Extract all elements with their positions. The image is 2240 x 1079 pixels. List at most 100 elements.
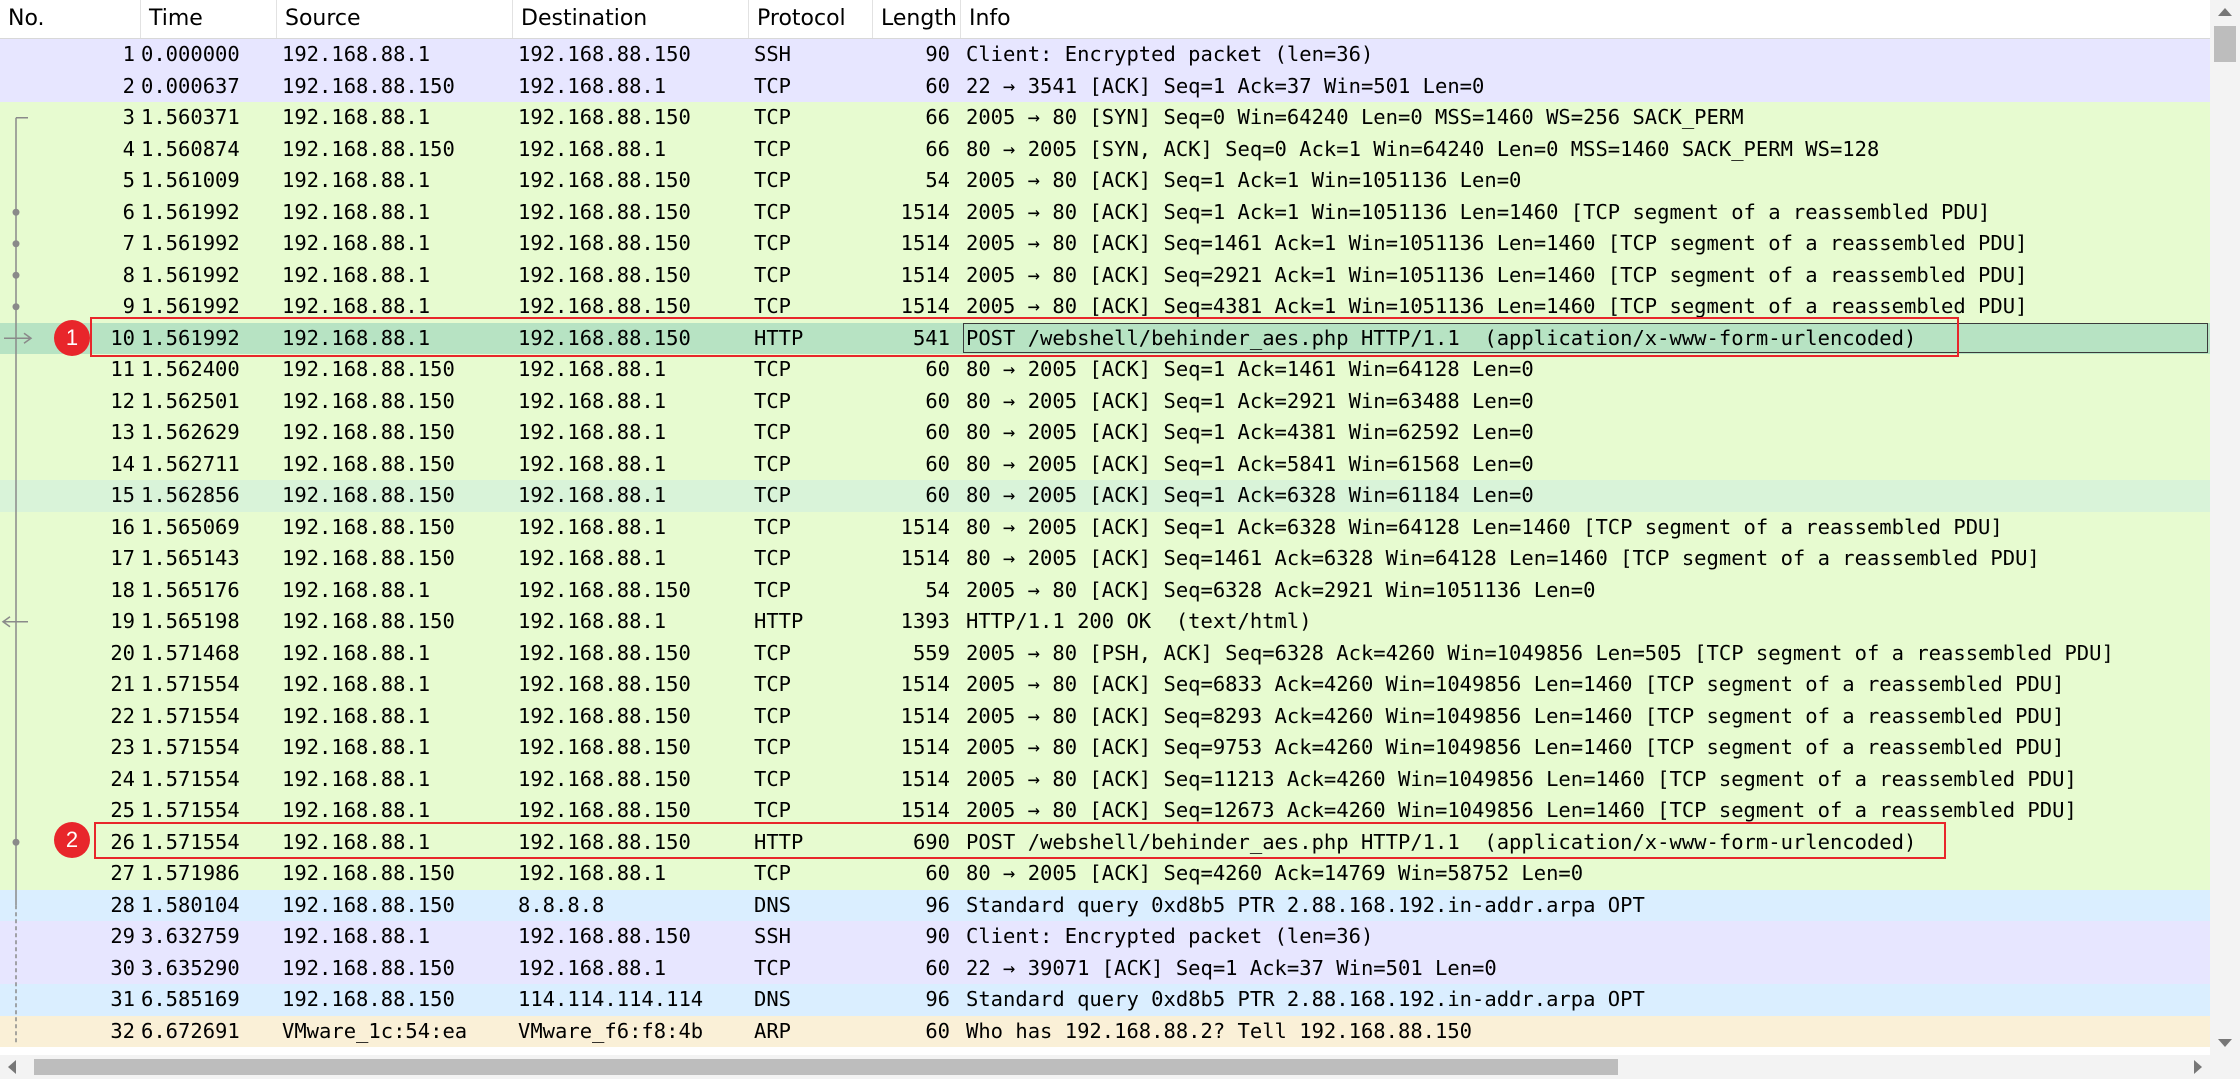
- packet-length: 54: [925, 168, 950, 192]
- packet-destination: 192.168.88.150: [518, 735, 691, 759]
- packet-info: Standard query 0xd8b5 PTR 2.88.168.192.i…: [966, 987, 1645, 1011]
- packet-list-header: No. Time Source Destination Protocol Len…: [0, 0, 2210, 39]
- packet-length: 54: [925, 577, 950, 602]
- packet-length: 690: [912, 829, 950, 854]
- packet-row[interactable]: 30 3.635290 192.168.88.150 192.168.88.1 TCP 6…: [0, 952, 2210, 984]
- packet-destination: 192.168.88.150: [518, 703, 691, 728]
- packet-info: POST /webshell/behinder_aes.php HTTP/1.1…: [966, 829, 1917, 854]
- packet-no: 31: [110, 987, 135, 1011]
- packet-destination: 192.168.88.150: [518, 829, 691, 854]
- packet-no: 9: [122, 294, 135, 318]
- packet-source: 192.168.88.1: [282, 42, 431, 66]
- packet-destination: 114.114.114.114: [518, 987, 704, 1011]
- packet-row[interactable]: 13 1.562629 192.168.88.150 192.168.88.1 TCP 6…: [0, 417, 2210, 449]
- packet-source: 192.168.88.1: [282, 262, 431, 287]
- column-header-source[interactable]: Source: [277, 0, 513, 38]
- packet-protocol: TCP: [754, 546, 792, 570]
- column-header-time[interactable]: Time: [141, 0, 277, 38]
- packet-no: 14: [110, 451, 135, 476]
- packet-destination: 192.168.88.1: [518, 514, 667, 539]
- scroll-down-arrow-icon[interactable]: [2218, 1039, 2232, 1047]
- scroll-left-arrow-icon[interactable]: [8, 1060, 16, 1074]
- packet-row[interactable]: 21 1.571554 192.168.88.1 192.168.88.150 TCP 1…: [0, 669, 2210, 701]
- packet-no: 12: [110, 388, 135, 413]
- packet-row[interactable]: 17 1.565143 192.168.88.150 192.168.88.1 TCP 1…: [0, 543, 2210, 575]
- packet-time: 1.571986: [141, 861, 240, 885]
- scroll-up-arrow-icon[interactable]: [2218, 8, 2232, 16]
- packet-row[interactable]: 31 6.585169 192.168.88.150 114.114.114.114 D…: [0, 984, 2210, 1016]
- packet-length: 60: [925, 451, 950, 476]
- packet-row-selected[interactable]: 10 1.561992 192.168.88.1 192.168.88.150 HTTP…: [0, 322, 2210, 354]
- horizontal-scroll-thumb[interactable]: [34, 1059, 1618, 1075]
- scroll-right-arrow-icon[interactable]: [2194, 1060, 2202, 1074]
- packet-destination: 192.168.88.150: [518, 798, 691, 822]
- packet-row[interactable]: 7 1.561992 192.168.88.1 192.168.88.150 TCP 15…: [0, 228, 2210, 260]
- packet-row[interactable]: 23 1.571554 192.168.88.1 192.168.88.150 TCP 1…: [0, 732, 2210, 764]
- packet-row[interactable]: 1 0.000000 192.168.88.1 192.168.88.150 SSH 90…: [0, 39, 2210, 71]
- packet-row[interactable]: 5 1.561009 192.168.88.1 192.168.88.150 TCP 54…: [0, 165, 2210, 197]
- packet-length: 60: [925, 388, 950, 413]
- packet-destination: 192.168.88.150: [518, 231, 691, 255]
- packet-row[interactable]: 3 1.560371 192.168.88.1 192.168.88.150 TCP 66…: [0, 102, 2210, 134]
- packet-protocol: TCP: [754, 640, 792, 665]
- vertical-scrollbar[interactable]: [2210, 0, 2240, 1055]
- packet-destination: 192.168.88.150: [518, 42, 691, 66]
- packet-row[interactable]: 12 1.562501 192.168.88.150 192.168.88.1 TCP 6…: [0, 385, 2210, 417]
- packet-info: Standard query 0xd8b5 PTR 2.88.168.192.i…: [966, 892, 1645, 917]
- packet-length: 1514: [900, 703, 950, 728]
- packet-list[interactable]: 1 0.000000 192.168.88.1 192.168.88.150 SSH 90…: [0, 39, 2210, 1055]
- packet-protocol: TCP: [754, 861, 792, 885]
- packet-row[interactable]: 16 1.565069 192.168.88.150 192.168.88.1 TCP 1…: [0, 511, 2210, 543]
- packet-row[interactable]: 6 1.561992 192.168.88.1 192.168.88.150 TCP 15…: [0, 196, 2210, 228]
- packet-info: 80 → 2005 [ACK] Seq=1 Ack=4381 Win=62592…: [966, 420, 1534, 444]
- packet-destination: 192.168.88.150: [518, 924, 691, 948]
- packet-row[interactable]: 14 1.562711 192.168.88.150 192.168.88.1 TCP 6…: [0, 448, 2210, 480]
- packet-info: 80 → 2005 [SYN, ACK] Seq=0 Ack=1 Win=642…: [966, 136, 1880, 161]
- vertical-scroll-thumb[interactable]: [2214, 26, 2236, 62]
- column-header-length[interactable]: Length: [873, 0, 961, 38]
- packet-no: 16: [110, 514, 135, 539]
- packet-source: 192.168.88.1: [282, 640, 431, 665]
- packet-no: 1: [122, 42, 135, 66]
- packet-protocol: ARP: [754, 1018, 792, 1043]
- packet-no: 21: [110, 672, 135, 696]
- packet-row[interactable]: 26 1.571554 192.168.88.1 192.168.88.150 HTTP…: [0, 826, 2210, 858]
- packet-length: 60: [925, 357, 950, 381]
- packet-row[interactable]: 20 1.571468 192.168.88.1 192.168.88.150 TCP 5…: [0, 637, 2210, 669]
- packet-time: 1.571554: [141, 672, 240, 696]
- packet-row[interactable]: 4 1.560874 192.168.88.150 192.168.88.1 TCP 66…: [0, 133, 2210, 165]
- packet-destination: 192.168.88.150: [518, 262, 691, 287]
- horizontal-scrollbar[interactable]: [0, 1055, 2210, 1079]
- packet-time: 1.562711: [141, 451, 240, 476]
- packet-row[interactable]: 11 1.562400 192.168.88.150 192.168.88.1 TCP 6…: [0, 354, 2210, 386]
- packet-destination: 192.168.88.1: [518, 451, 667, 476]
- column-header-destination[interactable]: Destination: [513, 0, 749, 38]
- packet-source: 192.168.88.150: [282, 483, 455, 507]
- packet-row[interactable]: 32 6.672691 VMware_1c:54:ea VMware_f6:f8:4b…: [0, 1015, 2210, 1047]
- packet-row[interactable]: 2 0.000637 192.168.88.150 192.168.88.1 TCP 60…: [0, 70, 2210, 102]
- packet-info: 2005 → 80 [ACK] Seq=9753 Ack=4260 Win=10…: [966, 735, 2065, 759]
- column-header-protocol[interactable]: Protocol: [749, 0, 873, 38]
- packet-row[interactable]: 27 1.571986 192.168.88.150 192.168.88.1 TCP 6…: [0, 858, 2210, 890]
- packet-row[interactable]: 8 1.561992 192.168.88.1 192.168.88.150 TCP 15…: [0, 259, 2210, 291]
- packet-protocol: TCP: [754, 514, 792, 539]
- packet-row[interactable]: 29 3.632759 192.168.88.1 192.168.88.150 SSH 9…: [0, 921, 2210, 953]
- packet-source: 192.168.88.1: [282, 798, 431, 822]
- packet-source: VMware_1c:54:ea: [282, 1018, 468, 1043]
- packet-row[interactable]: 25 1.571554 192.168.88.1 192.168.88.150 TCP 1…: [0, 795, 2210, 827]
- packet-row[interactable]: 9 1.561992 192.168.88.1 192.168.88.150 TCP 15…: [0, 291, 2210, 323]
- packet-row[interactable]: 24 1.571554 192.168.88.1 192.168.88.150 TCP 1…: [0, 763, 2210, 795]
- packet-info: 22 → 39071 [ACK] Seq=1 Ack=37 Win=501 Le…: [966, 955, 1497, 980]
- packet-no: 32: [110, 1018, 135, 1043]
- packet-row[interactable]: 28 1.580104 192.168.88.150 8.8.8.8 DNS 96 Stan…: [0, 889, 2210, 921]
- packet-info: 2005 → 80 [ACK] Seq=6833 Ack=4260 Win=10…: [966, 672, 2065, 696]
- packet-time: 1.565143: [141, 546, 240, 570]
- packet-row[interactable]: 15 1.562856 192.168.88.150 192.168.88.1 TCP 6…: [0, 480, 2210, 512]
- column-header-info[interactable]: Info: [961, 0, 2210, 38]
- packet-row[interactable]: 22 1.571554 192.168.88.1 192.168.88.150 TCP 1…: [0, 700, 2210, 732]
- packet-time: 1.560874: [141, 136, 240, 161]
- packet-row[interactable]: 18 1.565176 192.168.88.1 192.168.88.150 TCP 5…: [0, 574, 2210, 606]
- column-header-no[interactable]: No.: [0, 0, 141, 38]
- packet-row[interactable]: 19 1.565198 192.168.88.150 192.168.88.1 HTTP…: [0, 606, 2210, 638]
- packet-info: 80 → 2005 [ACK] Seq=1 Ack=6328 Win=61184…: [966, 483, 1534, 507]
